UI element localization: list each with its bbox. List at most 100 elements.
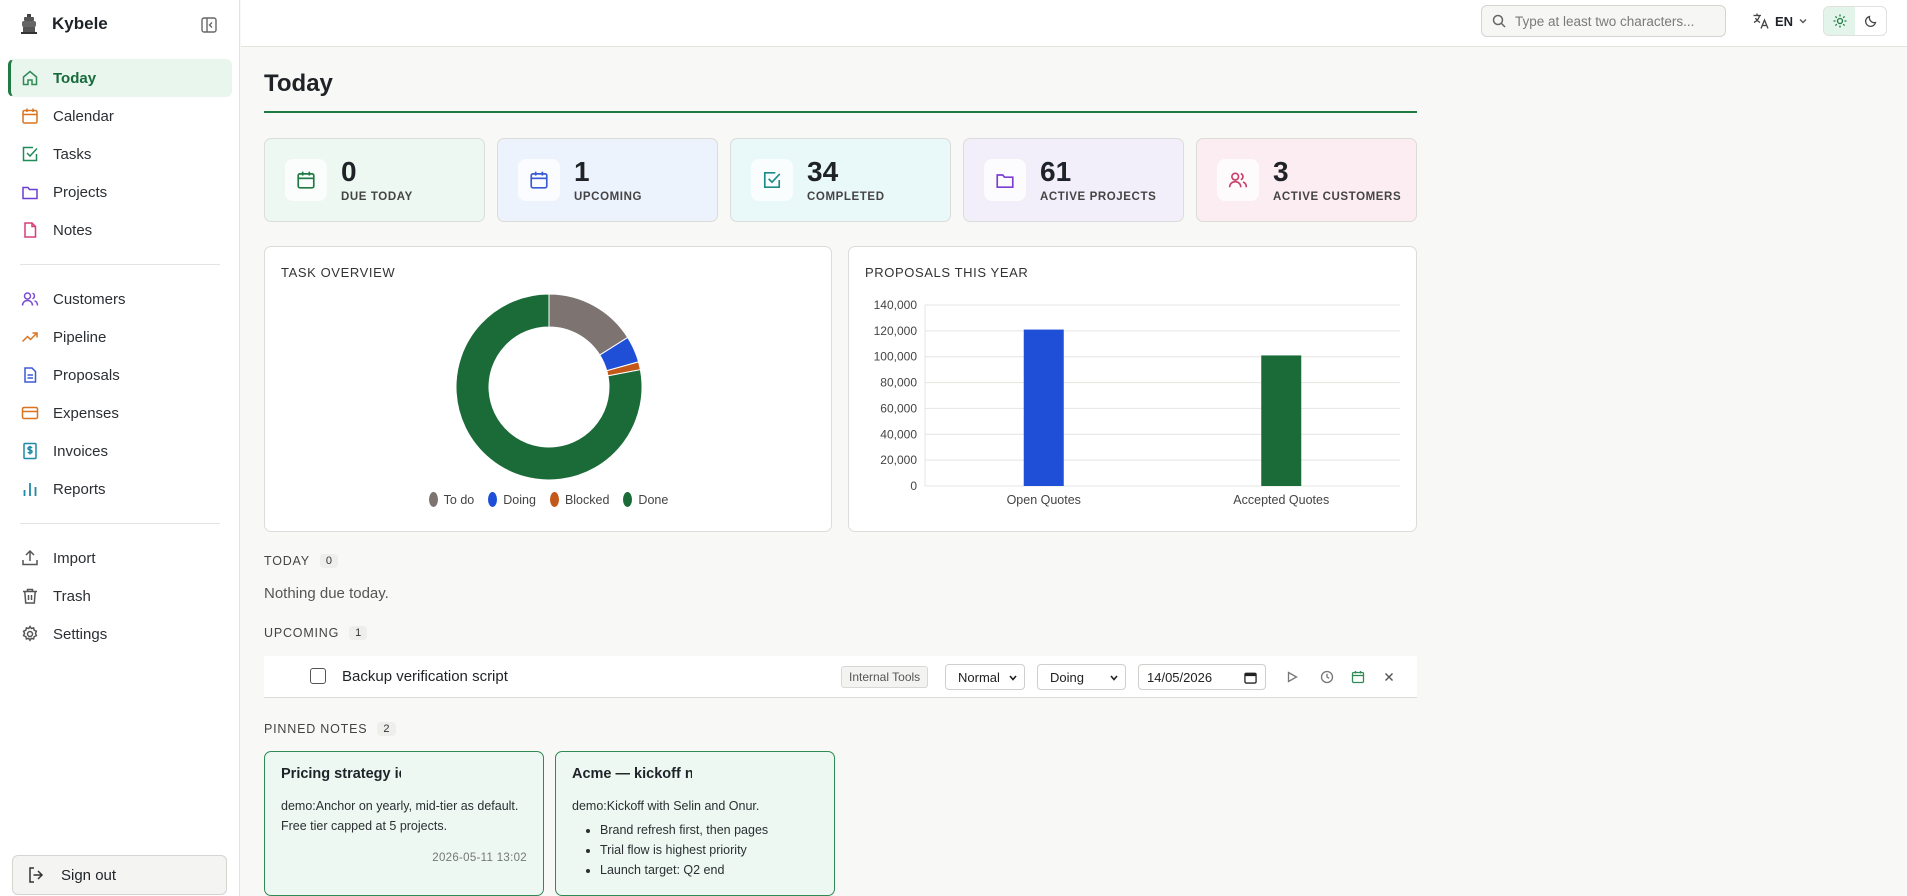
- nav-label: Import: [53, 549, 96, 567]
- nav-label: Expenses: [53, 404, 119, 422]
- legend-item[interactable]: Blocked: [549, 492, 610, 507]
- note-body: demo:Anchor on yearly, mid-tier as defau…: [281, 799, 519, 833]
- legend-item[interactable]: Done: [623, 492, 668, 507]
- main-nav: Today Calendar Tasks Projects Notes Cust…: [8, 59, 232, 653]
- due-date-input[interactable]: 14/05/2026: [1138, 664, 1266, 690]
- nav-item-invoices[interactable]: Invoices: [8, 432, 232, 470]
- section-today-header: TODAY 0: [264, 554, 339, 568]
- stat-icon-wrap: [1217, 159, 1259, 201]
- stat-value: 34: [807, 156, 839, 187]
- note-bullet-list: Brand refresh first, then pages Trial fl…: [572, 820, 818, 880]
- gear-icon: [22, 625, 38, 642]
- nav-item-expenses[interactable]: Expenses: [8, 394, 232, 432]
- status-select[interactable]: Doing: [1037, 664, 1126, 690]
- nav-label: Customers: [53, 290, 126, 308]
- pinned-note-card[interactable]: Pricing strategy id demo:Anchor on yearl…: [264, 751, 544, 896]
- play-icon: [1287, 671, 1298, 683]
- task-row: Backup verification script Internal Tool…: [264, 656, 1417, 698]
- brand[interactable]: Kybele: [20, 12, 108, 36]
- stat-card-due-today[interactable]: 0 DUE TODAY: [264, 138, 485, 222]
- users-icon: [1228, 172, 1248, 188]
- nav-label: Settings: [53, 625, 108, 643]
- stat-card-active-customers[interactable]: 3 ACTIVE CUSTOMERS: [1196, 138, 1417, 222]
- language-code: EN: [1775, 13, 1794, 29]
- stat-card-upcoming[interactable]: 1 UPCOMING: [497, 138, 718, 222]
- language-selector[interactable]: EN: [1752, 10, 1808, 32]
- bar-chart: 0 20,000 40,000 60,000 80,000 100,000 120,000 1…: [874, 298, 1400, 507]
- chevron-down-icon: [1799, 19, 1807, 24]
- start-timer-button[interactable]: [1283, 668, 1301, 686]
- search-input[interactable]: [1515, 13, 1720, 29]
- note-bullet: Trial flow is highest priority: [600, 840, 818, 860]
- legend-item[interactable]: To do: [428, 492, 475, 507]
- calendar-icon: [530, 171, 548, 189]
- y-tick-label: 100,000: [874, 350, 918, 364]
- section-label: TODAY: [264, 554, 310, 568]
- log-time-button[interactable]: [1318, 668, 1336, 686]
- nav-item-tasks[interactable]: Tasks: [8, 135, 232, 173]
- task-checkbox[interactable]: [310, 668, 326, 684]
- dark-mode-button[interactable]: [1855, 7, 1886, 35]
- bar-accepted-quotes[interactable]: [1261, 355, 1302, 486]
- y-tick-label: 20,000: [880, 453, 917, 467]
- nav-item-calendar[interactable]: Calendar: [8, 97, 232, 135]
- section-pinned-header: PINNED NOTES 2: [264, 722, 396, 736]
- nav-item-trash[interactable]: Trash: [8, 577, 232, 615]
- x-tick-label: Accepted Quotes: [1233, 493, 1329, 507]
- pinned-note-card[interactable]: Acme — kickoff n demo:Kickoff with Selin…: [555, 751, 835, 896]
- chevron-down-icon: [1110, 675, 1118, 681]
- nav-item-projects[interactable]: Projects: [8, 173, 232, 211]
- collapse-sidebar-button[interactable]: [200, 16, 218, 34]
- nav-divider: [20, 264, 220, 265]
- trending-up-icon: [21, 332, 38, 343]
- nav-item-notes[interactable]: Notes: [8, 211, 232, 249]
- task-overview-card: TASK OVERVIEW To do Doing Blocked Done: [264, 246, 832, 532]
- stat-icon-wrap: [751, 159, 793, 201]
- section-upcoming-header: UPCOMING 1: [264, 626, 368, 640]
- note-bullet: Launch target: Q2 end: [600, 860, 818, 880]
- y-tick-label: 80,000: [880, 376, 917, 390]
- section-count: 1: [349, 626, 368, 640]
- stat-card-active-projects[interactable]: 61 ACTIVE PROJECTS: [963, 138, 1184, 222]
- calendar-icon: [1244, 672, 1257, 684]
- legend-item[interactable]: Doing: [488, 492, 536, 507]
- priority-select[interactable]: Normal: [945, 664, 1025, 690]
- nav-item-import[interactable]: Import: [8, 539, 232, 577]
- nav-item-proposals[interactable]: Proposals: [8, 356, 232, 394]
- donut-chart: [455, 293, 643, 481]
- nav-item-reports[interactable]: Reports: [8, 470, 232, 508]
- nav-label: Trash: [53, 587, 91, 605]
- legend-label: To do: [443, 492, 475, 507]
- stat-label: ACTIVE PROJECTS: [1040, 191, 1157, 203]
- check-square-icon: [22, 146, 38, 162]
- sun-icon: [1833, 14, 1846, 28]
- legend-swatch: [623, 492, 633, 507]
- logo-icon: [21, 14, 37, 34]
- trash-icon: [23, 588, 37, 604]
- legend-label: Blocked: [564, 492, 610, 507]
- schedule-button[interactable]: [1349, 668, 1367, 686]
- project-tag[interactable]: Internal Tools: [841, 666, 929, 688]
- nav-item-pipeline[interactable]: Pipeline: [8, 318, 232, 356]
- search-box[interactable]: [1481, 5, 1726, 37]
- note-title: Acme — kickoff n: [572, 766, 692, 782]
- note-title: Pricing strategy id: [281, 766, 401, 782]
- note-icon: [24, 222, 37, 238]
- nav-item-customers[interactable]: Customers: [8, 280, 232, 318]
- chevron-down-icon: [1009, 675, 1017, 681]
- check-square-icon: [763, 171, 781, 189]
- stat-card-completed[interactable]: 34 COMPLETED: [730, 138, 951, 222]
- task-title[interactable]: Backup verification script: [342, 668, 508, 685]
- nav-item-today[interactable]: Today: [8, 59, 232, 97]
- invoice-icon: [23, 442, 37, 460]
- close-icon: [1385, 673, 1393, 681]
- sign-out-button[interactable]: Sign out: [12, 855, 227, 895]
- nav-item-settings[interactable]: Settings: [8, 615, 232, 653]
- x-tick-label: Open Quotes: [1007, 493, 1081, 507]
- remove-task-button[interactable]: [1380, 668, 1398, 686]
- nav-label: Invoices: [53, 442, 109, 460]
- bar-open-quotes[interactable]: [1023, 329, 1064, 486]
- light-mode-button[interactable]: [1824, 7, 1855, 35]
- nav-label: Notes: [53, 221, 93, 239]
- due-date-value: 14/05/2026: [1147, 669, 1213, 685]
